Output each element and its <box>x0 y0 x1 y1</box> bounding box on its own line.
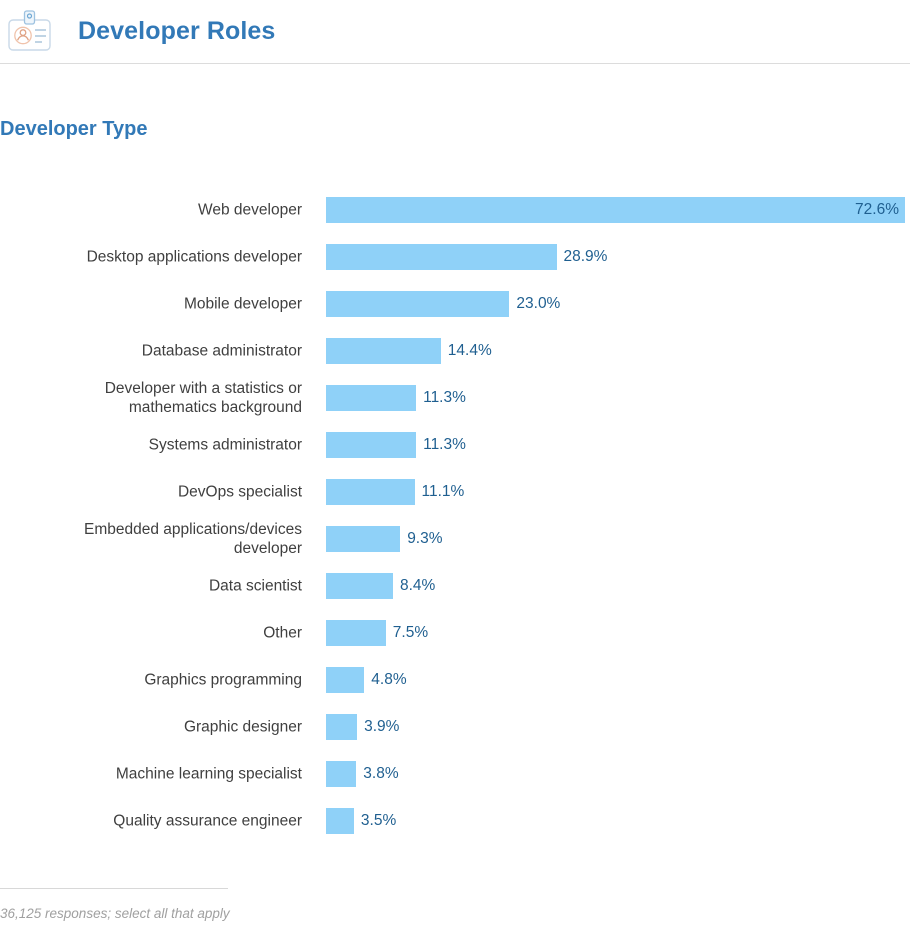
bar-category-label: DevOps specialist <box>177 483 302 500</box>
bar[interactable] <box>326 525 401 552</box>
bar[interactable] <box>326 243 557 270</box>
developer-type-bar-chart: Web developer 72.6% Desktop applications d… <box>0 186 910 844</box>
section-title: Developer Type <box>0 118 148 140</box>
bar-value-label: 3.5% <box>360 811 397 829</box>
bar-category-label: Database administrator <box>141 342 302 359</box>
bar-category-label: Other <box>263 624 302 641</box>
chart-row: Other 7.5% <box>0 609 910 656</box>
bar-value-label: 11.1% <box>421 482 465 500</box>
bar-value-label: 3.8% <box>363 764 399 782</box>
bar-category-label: Developer with a statistics or mathemati… <box>104 379 302 416</box>
bar-track: 11.1% <box>326 478 910 505</box>
chart-row: Desktop applications developer 28.9% <box>0 233 910 280</box>
bar-category-label: Embedded applications/devices developer <box>84 520 302 557</box>
bar-track: 28.9% <box>326 243 910 270</box>
bar-category-label: Graphic designer <box>183 718 302 735</box>
bar-value-label: 9.3% <box>407 529 443 547</box>
chart-row: Embedded applications/devices developer 9… <box>0 515 910 562</box>
bar[interactable] <box>326 713 358 740</box>
chart-row: Graphic designer 3.9% <box>0 703 910 750</box>
chart-row: Graphics programming 4.8% <box>0 656 910 703</box>
chart-row: Developer with a statistics or mathemati… <box>0 374 910 421</box>
bar[interactable] <box>326 572 393 599</box>
bar[interactable] <box>326 619 386 646</box>
bar-category-label: Desktop applications developer <box>86 248 302 265</box>
id-badge-icon <box>8 9 51 51</box>
bar[interactable]: 72.6% <box>326 196 905 223</box>
chart-row: Quality assurance engineer 3.5% <box>0 797 910 844</box>
bar[interactable] <box>326 478 415 505</box>
bar-value-label: 11.3% <box>423 388 466 406</box>
footer-divider <box>0 888 228 889</box>
bar-category-label: Mobile developer <box>183 295 302 312</box>
responses-note: 36,125 responses; select all that apply <box>0 906 230 921</box>
bar-track: 14.4% <box>326 337 910 364</box>
chart-row: Mobile developer 23.0% <box>0 280 910 327</box>
bar-value-label: 28.9% <box>563 247 608 265</box>
bar-track: 7.5% <box>326 619 910 646</box>
chart-row: Systems administrator 11.3% <box>0 421 910 468</box>
chart-row: Data scientist 8.4% <box>0 562 910 609</box>
bar[interactable] <box>326 666 365 693</box>
bar-category-label: Systems administrator <box>148 436 302 453</box>
bar-category-label: Machine learning specialist <box>115 765 302 782</box>
bar[interactable] <box>326 431 417 458</box>
bar[interactable] <box>326 760 357 787</box>
bar-category-label: Data scientist <box>208 577 302 594</box>
bar-category-label: Graphics programming <box>144 671 302 688</box>
bar-track: 8.4% <box>326 572 910 599</box>
bar-value-label: 4.8% <box>371 670 407 688</box>
page-header: Developer Roles <box>0 0 910 64</box>
bar[interactable] <box>326 290 510 317</box>
bar-value-label: 23.0% <box>516 294 561 312</box>
bar[interactable] <box>326 807 354 834</box>
bar-track: 9.3% <box>326 525 910 552</box>
bar-track: 4.8% <box>326 666 910 693</box>
chart-footer: 36,125 responses; select all that apply <box>0 888 910 921</box>
bar-value-label: 11.3% <box>423 435 466 453</box>
bar[interactable] <box>326 384 417 411</box>
chart-row: Web developer 72.6% <box>0 186 910 233</box>
bar-value-label: 3.9% <box>364 717 400 735</box>
bar-track: 3.8% <box>326 760 910 787</box>
bar-track: 3.9% <box>326 713 910 740</box>
page-title: Developer Roles <box>78 17 276 45</box>
bar-value-label: 14.4% <box>447 341 492 359</box>
bar-track: 72.6% <box>326 196 910 223</box>
chart-row: Database administrator 14.4% <box>0 327 910 374</box>
bar-value-label: 8.4% <box>400 576 436 594</box>
bar-value-label: 7.5% <box>392 623 429 641</box>
bar-category-label: Web developer <box>198 201 302 218</box>
bar-track: 23.0% <box>326 290 910 317</box>
bar-value-label: 72.6% <box>855 200 899 218</box>
chart-row: DevOps specialist 11.1% <box>0 468 910 515</box>
bar[interactable] <box>326 337 441 364</box>
chart-row: Machine learning specialist 3.8% <box>0 750 910 797</box>
bar-category-label: Quality assurance engineer <box>113 812 302 829</box>
bar-track: 3.5% <box>326 807 910 834</box>
bar-track: 11.3% <box>326 384 910 411</box>
bar-track: 11.3% <box>326 431 910 458</box>
